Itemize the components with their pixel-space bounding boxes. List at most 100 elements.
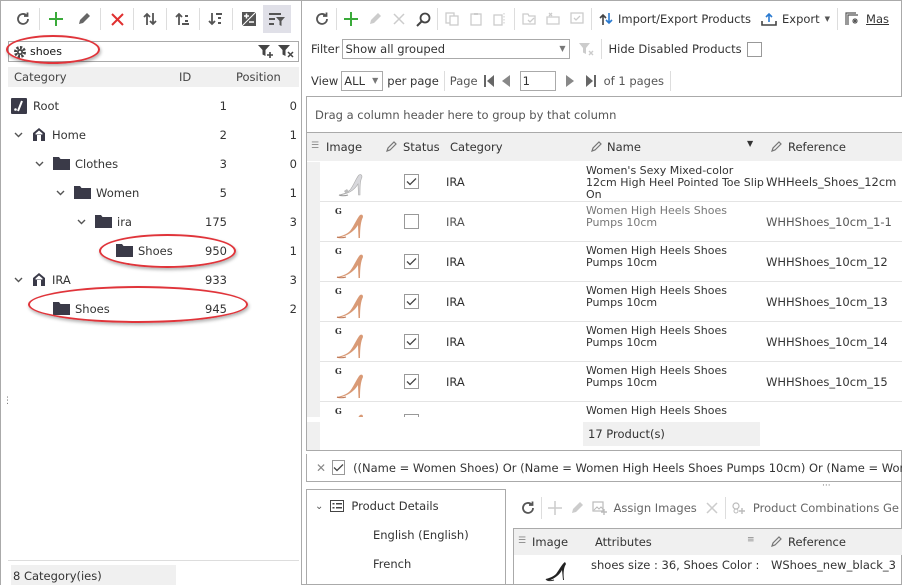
- refresh-icon[interactable]: [310, 5, 334, 33]
- chevron-down-icon[interactable]: [56, 190, 65, 196]
- refresh-icon[interactable]: [517, 494, 539, 522]
- details-item-french[interactable]: French: [373, 557, 411, 571]
- tree-node[interactable]: Root 1 0: [8, 91, 299, 120]
- tree-node[interactable]: Shoes 950 1: [8, 236, 299, 265]
- group-by-panel[interactable]: Drag a column header here to group by th…: [307, 97, 902, 133]
- tree-node[interactable]: IRA 933 3: [8, 265, 299, 294]
- duplicate-icon[interactable]: [488, 5, 512, 33]
- assign-category-icon[interactable]: [517, 5, 541, 33]
- filter-expression-text[interactable]: ((Name = Women Shoes) Or (Name = Women H…: [353, 461, 902, 475]
- column-header-reference[interactable]: Reference: [788, 140, 846, 154]
- delete-icon[interactable]: [387, 5, 411, 33]
- product-thumbnail: G: [334, 206, 368, 240]
- column-header-id[interactable]: ID: [179, 70, 191, 84]
- page-size-dropdown[interactable]: ALL ▼: [341, 71, 384, 91]
- last-page-icon[interactable]: [585, 75, 596, 87]
- product-category: IRA: [446, 335, 465, 349]
- combination-row[interactable]: shoes size : 36, Shoes Color : WShoes_ne…: [514, 555, 902, 585]
- column-header-status[interactable]: Status: [403, 140, 440, 154]
- splitter-handle[interactable]: ···: [822, 481, 831, 491]
- chevron-down-icon[interactable]: [77, 219, 86, 225]
- move-down-icon[interactable]: [202, 5, 230, 33]
- product-category: IRA: [446, 255, 465, 269]
- column-header-category[interactable]: Category: [14, 70, 67, 84]
- status-checkbox[interactable]: [404, 374, 419, 389]
- column-header-image[interactable]: Image: [326, 140, 362, 154]
- column-filter-icon[interactable]: ▼: [747, 139, 753, 148]
- column-header-attributes[interactable]: Attributes: [595, 535, 652, 549]
- filter-dropdown[interactable]: Show all grouped ▼: [342, 39, 571, 59]
- status-checkbox[interactable]: [404, 414, 419, 417]
- add-icon[interactable]: [339, 5, 363, 33]
- hide-disabled-checkbox[interactable]: [746, 41, 762, 57]
- product-row[interactable]: G IRA Women High Heels Shoes Pumps 10cm WHH…: [320, 202, 902, 242]
- export-button[interactable]: Export ▼: [756, 12, 835, 26]
- status-checkbox[interactable]: [404, 294, 419, 309]
- details-item-english[interactable]: English (English): [373, 528, 469, 542]
- product-row[interactable]: G IRA Women High Heels Shoes Pumps 10cm WHH…: [320, 242, 902, 282]
- close-filter-icon[interactable]: ✕: [316, 461, 326, 475]
- sort-icon[interactable]: ≡: [747, 535, 755, 545]
- delete-icon[interactable]: [103, 5, 131, 33]
- product-row[interactable]: IRA Women's Sexy Mixed-color 12cm High He…: [320, 162, 902, 202]
- add-icon[interactable]: [42, 5, 70, 33]
- product-row[interactable]: G IRA Women High Heels Shoes Pumps 10cm WHH…: [320, 282, 902, 322]
- first-page-icon[interactable]: [483, 75, 494, 87]
- check-list-icon[interactable]: [565, 5, 589, 33]
- import-export-button[interactable]: Import/Export Products: [594, 12, 756, 26]
- page-number-input[interactable]: 1: [519, 71, 556, 91]
- copy-icon[interactable]: [440, 5, 464, 33]
- tree-node[interactable]: Home 2 1: [8, 120, 299, 149]
- status-checkbox[interactable]: [404, 334, 419, 349]
- search-icon[interactable]: [411, 5, 435, 33]
- add-filter-icon[interactable]: [258, 44, 274, 58]
- product-details-header[interactable]: ⌄ Product Details: [315, 499, 439, 513]
- previous-page-icon[interactable]: [501, 75, 510, 87]
- column-chooser-icon[interactable]: ☰: [518, 536, 526, 546]
- expand-collapse-icon[interactable]: [235, 5, 263, 33]
- unassign-category-icon[interactable]: [541, 5, 565, 33]
- tree-node-position: 1: [289, 243, 297, 258]
- column-header-position[interactable]: Position: [236, 70, 281, 84]
- move-up-down-icon[interactable]: [136, 5, 164, 33]
- column-header-reference[interactable]: Reference: [788, 535, 846, 549]
- combinations-generator-button[interactable]: Product Combinations Ge: [728, 501, 902, 515]
- paste-icon[interactable]: [464, 5, 488, 33]
- move-up-icon[interactable]: [169, 5, 197, 33]
- add-icon[interactable]: [544, 494, 566, 522]
- status-checkbox[interactable]: [404, 174, 419, 189]
- tree-node[interactable]: ira 175 3: [8, 207, 299, 236]
- toolbar-separator: [514, 8, 515, 30]
- chevron-down-icon[interactable]: [35, 161, 44, 167]
- edit-icon[interactable]: [566, 494, 588, 522]
- mass-update-button[interactable]: Mas: [840, 12, 894, 26]
- gear-icon[interactable]: [13, 45, 27, 59]
- clear-filter-icon[interactable]: [278, 44, 294, 58]
- filter-enabled-checkbox[interactable]: [332, 460, 346, 475]
- refresh-icon[interactable]: [9, 5, 37, 33]
- category-search-input[interactable]: [30, 45, 250, 58]
- column-header-image[interactable]: Image: [532, 535, 568, 549]
- chevron-down-icon[interactable]: [14, 277, 23, 283]
- status-checkbox[interactable]: [404, 254, 419, 269]
- hide-disabled-label: Hide Disabled Products: [608, 42, 742, 56]
- edit-icon[interactable]: [70, 5, 98, 33]
- column-header-name[interactable]: Name: [607, 140, 641, 154]
- column-chooser-icon[interactable]: ☰: [311, 141, 319, 151]
- status-checkbox[interactable]: [404, 214, 419, 229]
- product-row[interactable]: G IRA Women High Heels Shoes Pumps 10cm WHH…: [320, 322, 902, 362]
- chevron-down-icon[interactable]: [14, 132, 23, 138]
- column-header-category[interactable]: Category: [450, 140, 503, 154]
- tree-node[interactable]: Shoes 945 2: [8, 294, 299, 323]
- product-row[interactable]: G IRA Women High Heels Shoes Pumps WHHShoes…: [320, 402, 902, 417]
- assign-images-button[interactable]: Assign Images: [588, 501, 700, 515]
- clear-filter-icon[interactable]: [579, 42, 595, 56]
- splitter-handle[interactable]: ⋮: [3, 397, 12, 406]
- edit-icon[interactable]: [363, 5, 387, 33]
- product-row[interactable]: G IRA Women High Heels Shoes Pumps 10cm WHH…: [320, 362, 902, 402]
- delete-icon[interactable]: [701, 494, 723, 522]
- tree-node[interactable]: Women 5 1: [8, 178, 299, 207]
- next-page-icon[interactable]: [565, 75, 574, 87]
- tree-node[interactable]: Clothes 3 0: [8, 149, 299, 178]
- filter-tree-icon[interactable]: [263, 5, 291, 33]
